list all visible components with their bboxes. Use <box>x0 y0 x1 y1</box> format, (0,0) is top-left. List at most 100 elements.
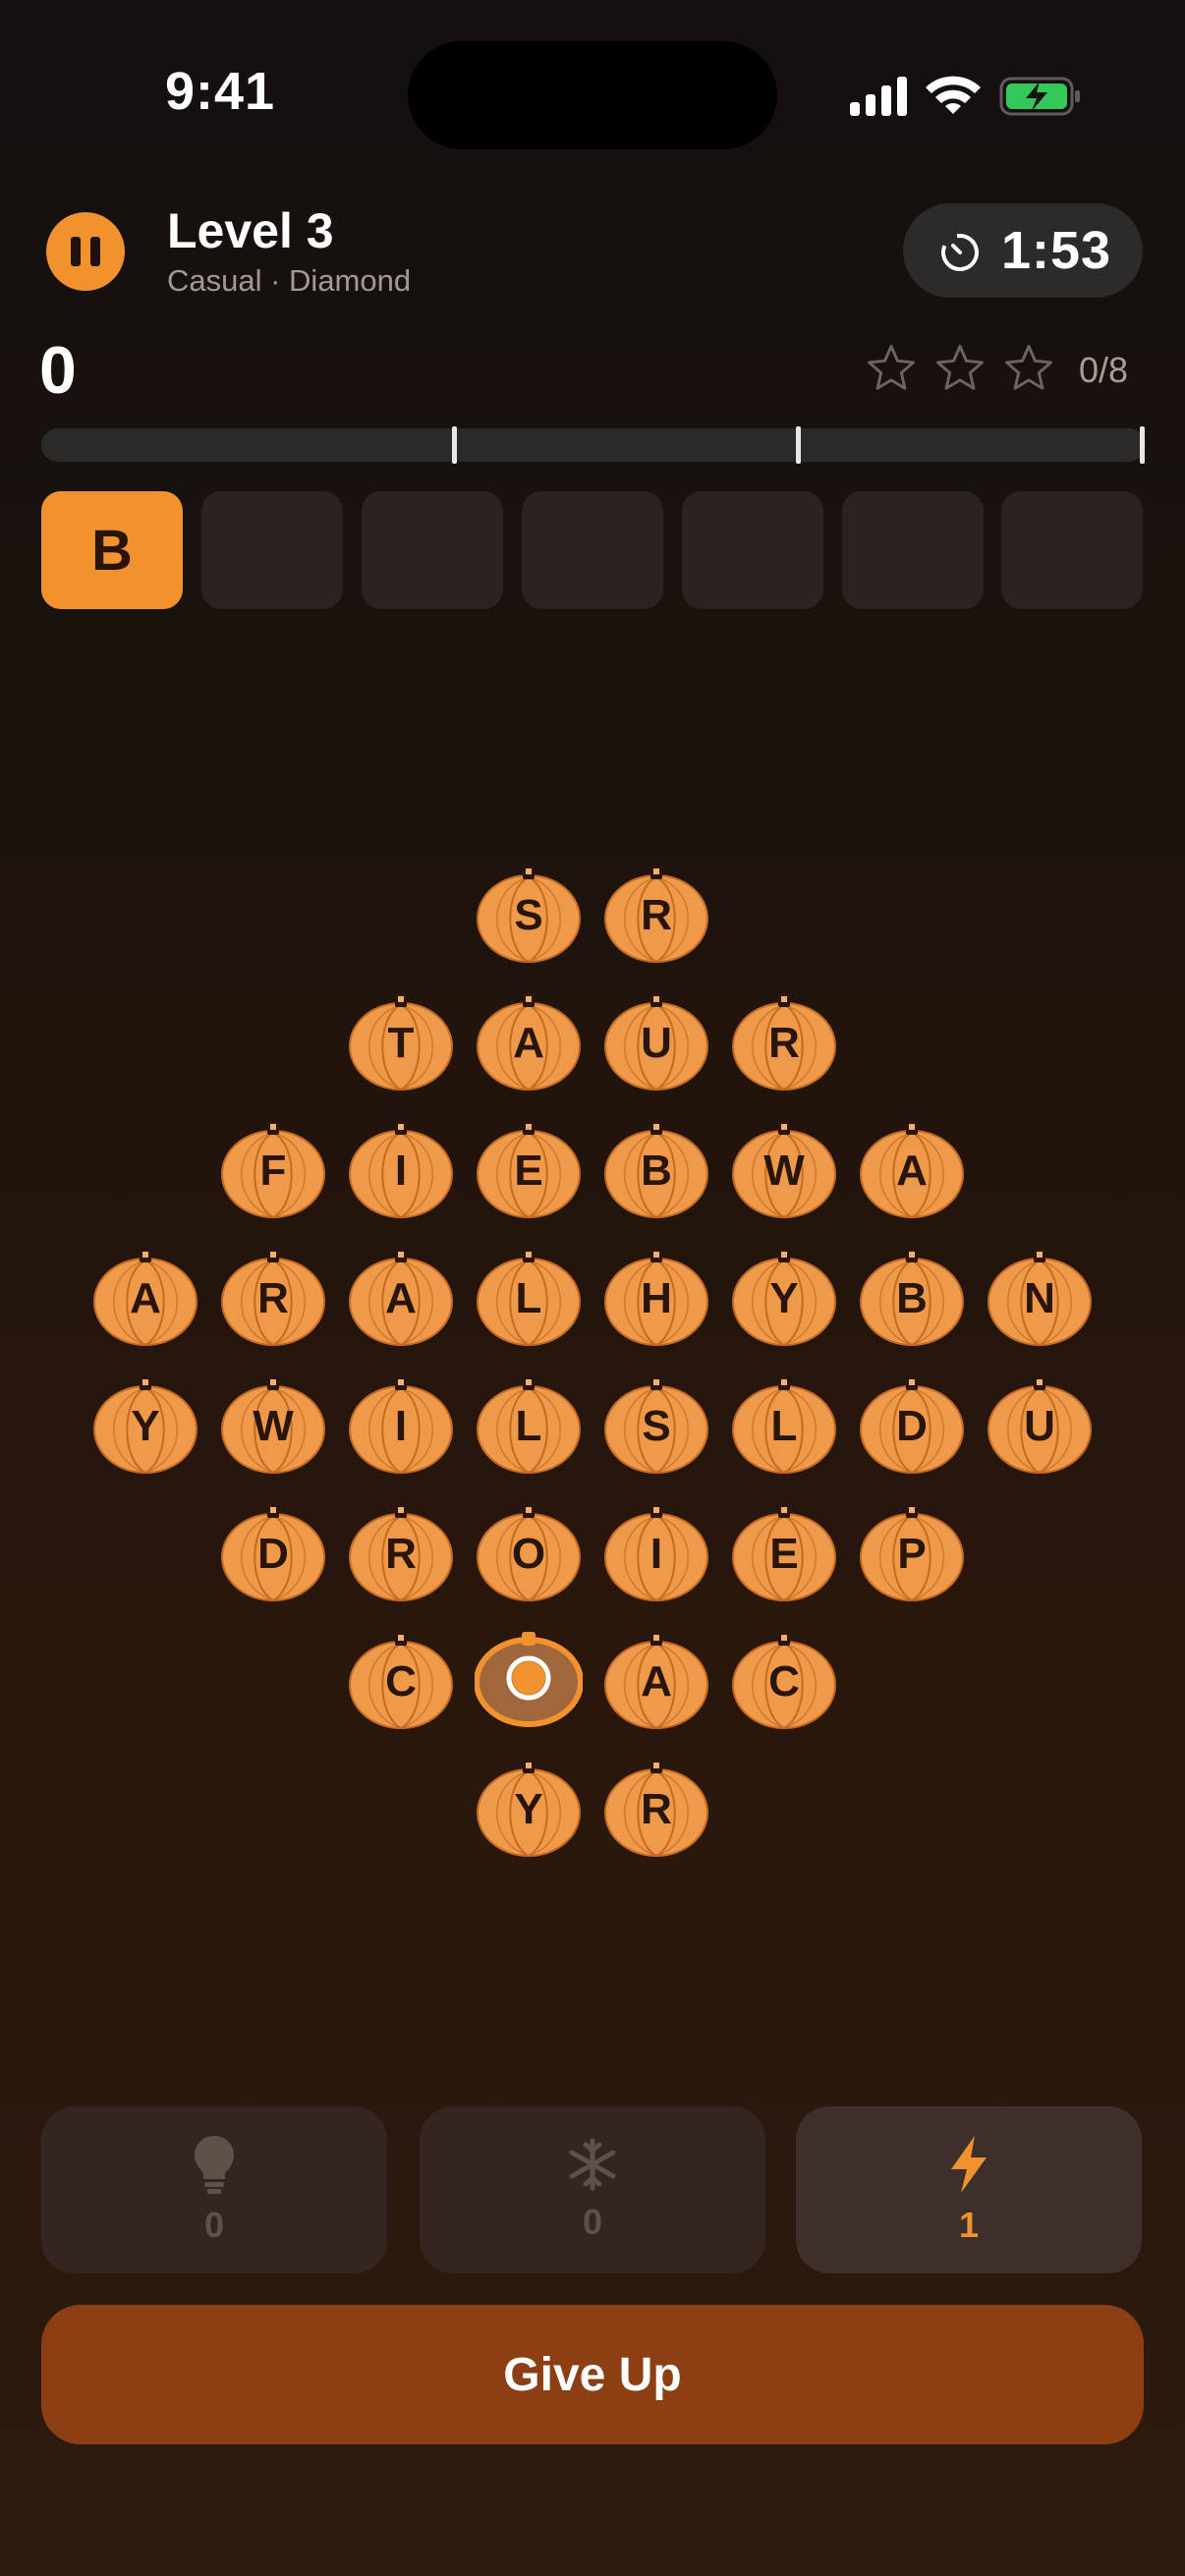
pumpkin-letter: P <box>897 1530 927 1578</box>
pumpkin-tile[interactable]: R <box>347 1498 455 1606</box>
pumpkin-tile[interactable]: L <box>475 1243 583 1351</box>
pumpkin-letter: E <box>514 1147 543 1195</box>
status-icons <box>847 71 1083 122</box>
dynamic-island <box>408 41 777 149</box>
pumpkin-letter: D <box>257 1530 289 1578</box>
letter-slot <box>201 491 343 609</box>
pumpkin-letter: A <box>896 1147 928 1195</box>
pumpkin-letter: R <box>768 1019 800 1067</box>
pumpkin-letter: N <box>1024 1274 1055 1322</box>
pumpkin-tile[interactable]: S <box>475 860 583 968</box>
pumpkin-letter: S <box>642 1402 671 1450</box>
timer-value: 1:53 <box>1001 221 1112 280</box>
pumpkin-tile[interactable]: I <box>347 1115 455 1223</box>
pumpkin-tile[interactable]: R <box>602 1754 710 1862</box>
pumpkin-tile[interactable]: F <box>219 1115 327 1223</box>
pumpkin-tile[interactable]: N <box>986 1243 1094 1351</box>
pumpkin-tile[interactable]: T <box>347 987 455 1095</box>
pumpkin-tile[interactable]: Y <box>730 1243 838 1351</box>
letter-slot <box>1001 491 1143 609</box>
pumpkin-tile[interactable]: A <box>858 1115 966 1223</box>
letter-slot <box>522 491 663 609</box>
pumpkin-letter: E <box>769 1530 799 1578</box>
pumpkin-tile[interactable]: I <box>602 1498 710 1606</box>
give-up-button[interactable]: Give Up <box>41 2305 1144 2444</box>
pumpkin-letter: R <box>257 1274 289 1322</box>
lightbulb-icon <box>195 2136 234 2194</box>
hint-powerup-button[interactable]: 0 <box>41 2106 387 2273</box>
pumpkin-letter: L <box>515 1274 542 1322</box>
pumpkin-letter: W <box>763 1147 805 1195</box>
score-value: 0 <box>39 333 77 408</box>
pumpkin-letter: I <box>649 1530 663 1578</box>
pumpkin-letter: I <box>394 1402 408 1450</box>
pumpkin-tile[interactable]: U <box>602 987 710 1095</box>
pumpkin-tile[interactable]: E <box>475 1115 583 1223</box>
freeze-count: 0 <box>582 2202 603 2242</box>
pumpkin-letter: T <box>387 1019 415 1067</box>
pumpkin-tile[interactable]: Y <box>91 1371 199 1479</box>
pumpkin-tile[interactable]: U <box>986 1371 1094 1479</box>
signal-wifi-battery-icon <box>850 76 1080 116</box>
pumpkin-tile[interactable]: W <box>219 1371 327 1479</box>
pumpkin-letter: D <box>896 1402 928 1450</box>
pumpkin-tile[interactable]: D <box>219 1498 327 1606</box>
pumpkin-letter: L <box>515 1402 542 1450</box>
pumpkin-letter: A <box>641 1657 672 1706</box>
pumpkin-tile[interactable]: R <box>730 987 838 1095</box>
pumpkin-tile[interactable]: H <box>602 1243 710 1351</box>
pumpkin-letter: Y <box>131 1402 160 1450</box>
pumpkin-letter: B <box>896 1274 928 1322</box>
pumpkin-tile[interactable]: A <box>91 1243 199 1351</box>
pumpkin-tile[interactable]: B <box>602 1115 710 1223</box>
pumpkin-tile-selected[interactable] <box>475 1626 583 1734</box>
pumpkin-letter: Y <box>769 1274 799 1322</box>
pumpkin-tile[interactable]: C <box>347 1626 455 1734</box>
pumpkin-letter: S <box>514 891 543 939</box>
pumpkin-letter: O <box>511 1530 546 1578</box>
pumpkin-tile[interactable]: E <box>730 1498 838 1606</box>
snowflake-icon <box>569 2138 616 2191</box>
pumpkin-letter: R <box>641 891 672 939</box>
letter-slot <box>682 491 823 609</box>
pumpkin-tile[interactable]: A <box>475 987 583 1095</box>
pumpkin-letter: I <box>394 1147 408 1195</box>
boost-powerup-button[interactable]: 1 <box>796 2106 1142 2273</box>
pumpkin-tile[interactable]: R <box>602 860 710 968</box>
pumpkin-letter: W <box>253 1402 294 1450</box>
star-icon <box>1005 345 1052 390</box>
pumpkin-letter: A <box>513 1019 544 1067</box>
boost-count: 1 <box>958 2205 980 2245</box>
pumpkin-tile[interactable]: W <box>730 1115 838 1223</box>
pumpkin-tile[interactable]: O <box>475 1498 583 1606</box>
pumpkin-letter: B <box>641 1147 672 1195</box>
letter-slot <box>362 491 503 609</box>
pumpkin-tile[interactable]: S <box>602 1371 710 1479</box>
pumpkin-tile[interactable]: D <box>858 1371 966 1479</box>
words-found-count: 0/8 <box>1079 350 1129 390</box>
pumpkin-tile[interactable]: A <box>602 1626 710 1734</box>
freeze-powerup-button[interactable]: 0 <box>420 2106 765 2273</box>
pumpkin-tile[interactable]: I <box>347 1371 455 1479</box>
level-title: Level 3 <box>167 203 334 258</box>
pumpkin-tile[interactable]: L <box>730 1371 838 1479</box>
pumpkin-letter: Y <box>514 1785 543 1833</box>
letter-slot <box>842 491 984 609</box>
pumpkin-tile[interactable]: R <box>219 1243 327 1351</box>
pumpkin-letter: L <box>770 1402 798 1450</box>
pumpkin-tile[interactable]: L <box>475 1371 583 1479</box>
pumpkin-tile[interactable]: B <box>858 1243 966 1351</box>
pause-button[interactable] <box>46 212 125 291</box>
pumpkin-tile[interactable]: Y <box>475 1754 583 1862</box>
letter-slot: B <box>41 491 183 609</box>
pause-icon <box>71 237 81 266</box>
timer-pill: 1:53 <box>903 203 1143 298</box>
pumpkin-letter: U <box>1024 1402 1055 1450</box>
pumpkin-tile[interactable]: P <box>858 1498 966 1606</box>
pumpkin-letter: A <box>130 1274 161 1322</box>
score-progress-bar <box>41 428 1146 462</box>
star-icon <box>868 345 915 390</box>
pumpkin-letter: C <box>385 1657 417 1706</box>
pumpkin-tile[interactable]: A <box>347 1243 455 1351</box>
pumpkin-tile[interactable]: C <box>730 1626 838 1734</box>
